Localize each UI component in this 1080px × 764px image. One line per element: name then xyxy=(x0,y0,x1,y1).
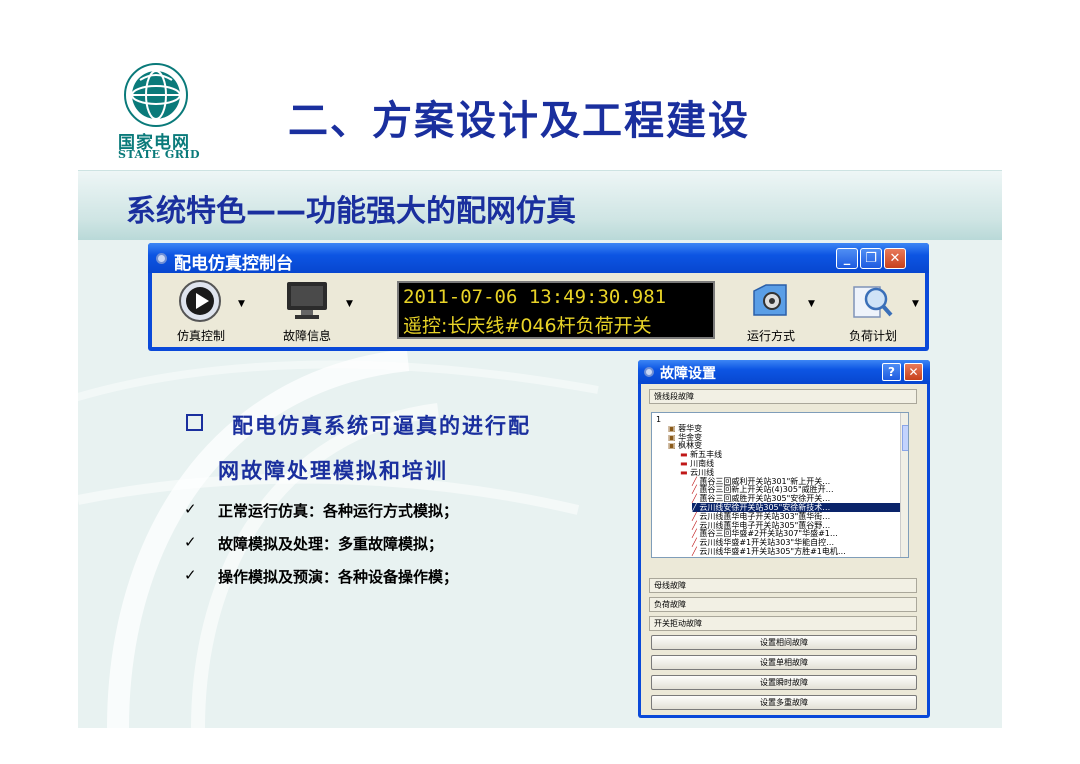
fault-settings-dialog: 故障设置 ? ✕ 馈线段故障 1 ▣ 蓉华变 ▣ 华金变 ▣ 枫林变 ▬ 新五丰线 ▬ 川… xyxy=(638,360,930,718)
substation-icon: ▣ xyxy=(668,423,679,433)
tree-node[interactable]: ╱ 云川线华盛#1开关站305"方胜#1电机… xyxy=(692,547,900,556)
check-item: 正常运行仿真：各种运行方式模拟； xyxy=(218,502,459,520)
logo-name-en: STATE GRID xyxy=(118,148,201,161)
bullet-main-line1: 配电仿真系统可逼真的进行配 xyxy=(232,413,531,438)
gear-icon xyxy=(753,284,787,316)
feeder-fault-section[interactable]: 馈线段故障 xyxy=(649,389,917,404)
load-fault-section[interactable]: 负荷故障 xyxy=(649,597,917,612)
tree-node[interactable]: 1 xyxy=(656,415,900,424)
tree-node-label: 云川线华盛#1开关站303"华能自控… xyxy=(699,538,835,548)
tree-node-label: 蓉华变 xyxy=(678,423,703,433)
fault-settings-title: 故障设置 xyxy=(660,366,716,382)
help-button[interactable]: ? xyxy=(882,363,901,381)
control-console-titlebar[interactable]: 配电仿真控制台 _ ❐ ✕ xyxy=(148,243,929,274)
operation-mode-button[interactable]: ▼ 运行方式 xyxy=(726,275,816,345)
bullet-main-line2: 网故障处理模拟和培训 xyxy=(218,458,448,483)
feeder-icon: ▬ xyxy=(680,450,691,460)
tree-node[interactable]: ╱ 蕙谷三回威胜开关站305"安徐开关… xyxy=(692,494,900,503)
network-tree[interactable]: 1 ▣ 蓉华变 ▣ 华金变 ▣ 枫林变 ▬ 新五丰线 ▬ 川南线 ▬ 云川线 ╱ 蕙谷三回威利… xyxy=(651,412,909,558)
simulation-control-label: 仿真控制 xyxy=(176,329,225,343)
feeder-icon: ▬ xyxy=(680,467,691,477)
window-app-icon xyxy=(156,253,167,264)
monitor-icon xyxy=(287,282,327,319)
tree-node[interactable]: ▣ 华金变 xyxy=(668,433,900,442)
tree-node[interactable]: ╱ 云川线安徐开关站305"安徐新技术… xyxy=(692,503,900,512)
check-item: 故障模拟及处理：多重故障模拟； xyxy=(218,535,444,553)
tree-node-label: 云川线安徐开关站305"安徐新技术… xyxy=(699,503,831,512)
set-single-phase-fault-button[interactable]: 设置单相故障 xyxy=(651,655,917,670)
tree-node[interactable]: ▬ 云川线 xyxy=(680,468,900,477)
tree-node-label: 新五丰线 xyxy=(690,450,723,460)
tree-node[interactable]: ▣ 蓉华变 xyxy=(668,424,900,433)
chevron-down-icon[interactable]: ▼ xyxy=(238,299,245,309)
set-transient-fault-button[interactable]: 设置瞬时故障 xyxy=(651,675,917,690)
tree-scrollbar[interactable] xyxy=(900,413,908,557)
minimize-button[interactable]: _ xyxy=(836,248,858,269)
chevron-down-icon[interactable]: ▼ xyxy=(912,299,919,309)
fault-settings-body: 馈线段故障 1 ▣ 蓉华变 ▣ 华金变 ▣ 枫林变 ▬ 新五丰线 ▬ 川南线 ▬ 云川线 ╱ … xyxy=(641,384,927,715)
tree-node-label: 1 xyxy=(656,415,662,424)
check-icon: ✓ xyxy=(184,533,197,551)
check-icon: ✓ xyxy=(184,566,197,584)
close-button[interactable]: ✕ xyxy=(884,248,906,269)
chevron-down-icon[interactable]: ▼ xyxy=(346,299,353,309)
control-console-window: 配电仿真控制台 _ ❐ ✕ ▼ 仿真控制 ▼ 故障信息 2011-07-06 1… xyxy=(148,243,929,351)
set-multiple-fault-button[interactable]: 设置多重故障 xyxy=(651,695,917,710)
globe-logo-icon xyxy=(124,63,188,127)
status-datetime: 2011-07-06 13:49:30.981 xyxy=(403,286,667,308)
feeder-icon: ▬ xyxy=(680,459,691,468)
window-app-icon xyxy=(644,367,654,377)
slide-subtitle: 系统特色——功能强大的配网仿真 xyxy=(126,194,576,229)
status-display: 2011-07-06 13:49:30.981 遥控:长庆线#046杆负荷开关 xyxy=(397,281,715,339)
scrollbar-thumb[interactable] xyxy=(902,425,908,451)
set-phase-fault-button[interactable]: 设置相间故障 xyxy=(651,635,917,650)
load-plan-button[interactable]: ▼ 负荷计划 xyxy=(828,275,919,345)
tree-node-label: 云川线华盛#1开关站305"方胜#1电机… xyxy=(699,547,846,556)
status-message: 遥控:长庆线#046杆负荷开关 xyxy=(403,315,652,337)
tree-node-label: 蕙谷三回威胜开关站305"安徐开关… xyxy=(699,494,831,504)
bullet-square-icon xyxy=(186,414,203,431)
close-button[interactable]: ✕ xyxy=(904,363,923,381)
play-icon xyxy=(179,280,221,322)
check-icon: ✓ xyxy=(184,500,197,518)
operation-mode-label: 运行方式 xyxy=(746,329,795,343)
control-console-toolbar: ▼ 仿真控制 ▼ 故障信息 2011-07-06 13:49:30.981 遥控… xyxy=(152,273,925,347)
tree-node-label: 川南线 xyxy=(690,459,715,468)
bus-fault-section[interactable]: 母线故障 xyxy=(649,578,917,593)
load-plan-label: 负荷计划 xyxy=(848,329,897,343)
tree-node[interactable]: ▬ 川南线 xyxy=(680,459,900,468)
tree-node-label: 云川线 xyxy=(690,467,715,477)
fault-info-label: 故障信息 xyxy=(282,329,331,343)
fault-info-button[interactable]: ▼ 故障信息 xyxy=(262,275,353,345)
substation-icon: ▣ xyxy=(668,441,679,451)
tree-node-label: 云川线蕙华电子开关站303"蕙华街… xyxy=(699,511,831,521)
page-title: 二、方案设计及工程建设 xyxy=(288,98,750,144)
tree-node[interactable]: ▬ 新五丰线 xyxy=(680,450,900,459)
control-console-title: 配电仿真控制台 xyxy=(174,254,293,274)
switch-refusal-section[interactable]: 开关拒动故障 xyxy=(649,616,917,631)
magnifier-icon xyxy=(853,286,893,318)
simulation-control-button[interactable]: ▼ 仿真控制 xyxy=(156,275,246,345)
tree-node[interactable]: ╱ 云川线华盛#1开关站303"华能自控… xyxy=(692,538,900,547)
maximize-button[interactable]: ❐ xyxy=(860,248,882,269)
check-item: 操作模拟及预演：各种设备操作模； xyxy=(218,568,459,586)
tree-node[interactable]: ╱ 云川线蕙华电子开关站303"蕙华街… xyxy=(692,512,900,521)
fault-settings-titlebar[interactable]: 故障设置 ? ✕ xyxy=(638,360,930,384)
chevron-down-icon[interactable]: ▼ xyxy=(808,299,815,309)
